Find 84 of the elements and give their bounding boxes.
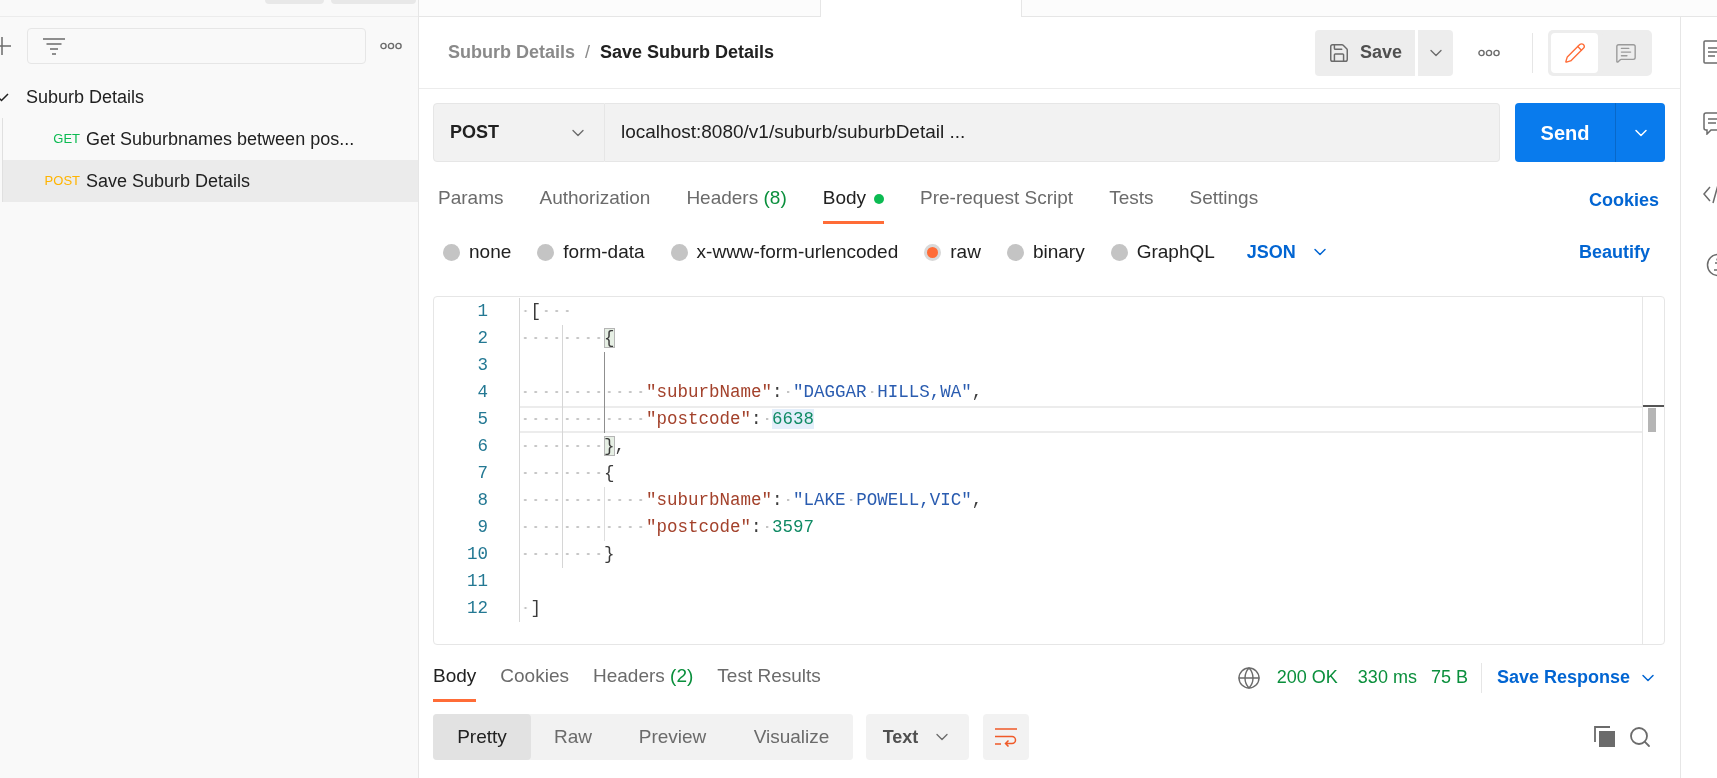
- line-number: 3: [477, 354, 488, 377]
- wrap-text-icon: [994, 727, 1018, 747]
- code-line: "suburbName": "DAGGAR HILLS,WA",: [520, 379, 983, 406]
- code-line: ]: [520, 595, 542, 622]
- save-response-button[interactable]: Save Response: [1496, 664, 1658, 691]
- more-icon[interactable]: [380, 42, 402, 50]
- cookies-link[interactable]: Cookies: [1588, 170, 1659, 224]
- comment-icon[interactable]: [1703, 111, 1717, 135]
- breadcrumb-link[interactable]: Suburb Details: [448, 39, 576, 66]
- line-number: 7: [477, 462, 488, 485]
- line-number: 1: [477, 300, 488, 323]
- line-number: 5: [477, 408, 488, 431]
- body-type-radio[interactable]: none: [443, 237, 512, 267]
- request-config-tab[interactable]: Params: [438, 170, 504, 224]
- request-config-tab[interactable]: Pre-request Script: [920, 170, 1074, 224]
- save-options-button[interactable]: [1418, 29, 1453, 76]
- line-number: 10: [467, 543, 488, 566]
- radio-icon[interactable]: [537, 243, 555, 261]
- more-icon[interactable]: [1478, 48, 1500, 57]
- pencil-icon: [1563, 41, 1586, 64]
- collection-item[interactable]: Suburb Details: [0, 78, 418, 116]
- save-button[interactable]: Save: [1315, 29, 1415, 76]
- scrollbar-thumb[interactable]: [1648, 408, 1656, 432]
- radio-icon[interactable]: [1006, 243, 1024, 261]
- response-tab[interactable]: Cookies: [500, 650, 569, 702]
- method-label: POST: [43, 172, 80, 191]
- code-line: "postcode": 6638: [520, 406, 815, 433]
- beautify-link[interactable]: Beautify: [1579, 238, 1650, 266]
- body-type-radio[interactable]: x-www-form-urlencoded: [670, 237, 899, 267]
- code-line: "postcode": 3597: [520, 514, 815, 541]
- body-type-radio[interactable]: binary: [1006, 237, 1085, 267]
- overview-ruler[interactable]: [1642, 297, 1664, 644]
- filter-icon[interactable]: [43, 37, 65, 55]
- radio-icon[interactable]: [1110, 243, 1128, 261]
- body-type-radio[interactable]: GraphQL: [1110, 237, 1215, 267]
- save-icon: [1328, 41, 1350, 64]
- edit-mode-button[interactable]: [1551, 32, 1598, 73]
- radio-icon[interactable]: [443, 243, 460, 261]
- method-label: GET: [52, 130, 80, 149]
- body-format-select[interactable]: JSON: [1246, 238, 1330, 266]
- time-text: 330 ms: [1357, 666, 1417, 689]
- document-icon[interactable]: [1703, 40, 1717, 64]
- send-options-button[interactable]: [1615, 103, 1665, 162]
- status-text: 200 OK: [1276, 666, 1338, 689]
- line-number: 6: [477, 435, 488, 458]
- copy-icon[interactable]: [1594, 726, 1616, 748]
- response-tab[interactable]: Test Results: [717, 650, 821, 702]
- search-icon[interactable]: [1628, 725, 1652, 749]
- response-view-tab[interactable]: Pretty: [433, 714, 531, 760]
- radio-icon[interactable]: [924, 243, 942, 261]
- request-title: Save Suburb Details: [600, 41, 775, 64]
- line-number: 8: [477, 489, 488, 512]
- send-button[interactable]: Send: [1515, 103, 1615, 162]
- wrap-lines-button[interactable]: [983, 714, 1029, 760]
- code-line: "suburbName": "LAKE POWELL,VIC",: [520, 487, 983, 514]
- request-config-tab[interactable]: Body: [822, 170, 885, 224]
- response-tab[interactable]: Body: [433, 650, 477, 702]
- request-config-tab[interactable]: Headers (8): [686, 170, 787, 224]
- breadcrumb-separator: /: [585, 41, 591, 64]
- request-config-tab[interactable]: Tests: [1109, 170, 1154, 224]
- radio-icon[interactable]: [670, 243, 688, 261]
- request-config-tab[interactable]: Settings: [1189, 170, 1259, 224]
- response-format-select[interactable]: Text: [866, 714, 969, 760]
- response-tab[interactable]: Headers (2): [592, 650, 694, 702]
- line-number: 4: [477, 381, 488, 404]
- comment-icon: [1614, 41, 1637, 64]
- method-select[interactable]: POST: [433, 103, 605, 162]
- filter-field[interactable]: [27, 28, 366, 64]
- globe-icon[interactable]: [1236, 665, 1261, 690]
- line-number: 12: [467, 597, 488, 620]
- body-type-radio[interactable]: raw: [924, 237, 981, 267]
- body-type-radio[interactable]: form-data: [537, 237, 645, 267]
- request-item[interactable]: POST Save Suburb Details: [3, 160, 418, 202]
- line-number: 9: [477, 516, 488, 539]
- request-config-tab[interactable]: Authorization: [539, 170, 651, 224]
- line-number: 11: [467, 570, 488, 593]
- url-field[interactable]: localhost:8080/v1/suburb/suburbDetail ...: [605, 103, 1500, 162]
- size-text: 75 B: [1430, 666, 1468, 689]
- cursor-marker: [1643, 405, 1664, 407]
- code-editor[interactable]: 1 2 3 4 5 6 7 8 9 10 11 12 [ { "suburbName": "DAGGAR HILLS,WA", "postcode": 6638 }, { "suburbName": "LAKE POWELL,VIC", "postcode": 3597 } ]: [433, 296, 1665, 645]
- plus-icon[interactable]: [0, 37, 11, 55]
- line-number: 2: [477, 327, 488, 350]
- code-line: [: [520, 298, 573, 325]
- check-icon[interactable]: [0, 92, 9, 102]
